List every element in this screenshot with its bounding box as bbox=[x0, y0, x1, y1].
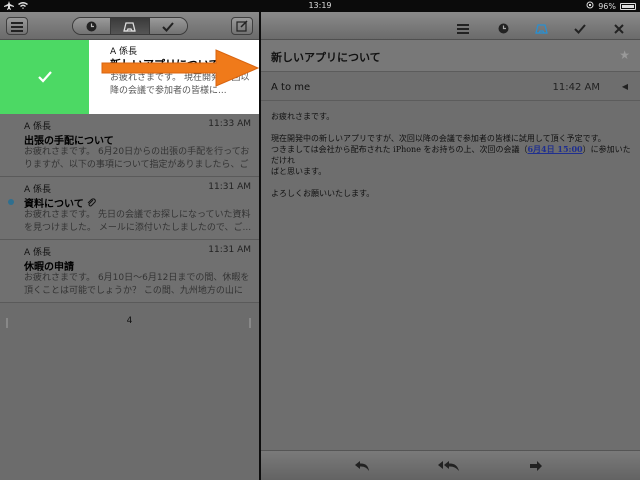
close-button[interactable] bbox=[614, 19, 624, 38]
view-segmented-control bbox=[72, 17, 188, 35]
item-preview: お疲れさまです。 先日の会議でお探しになっていた資料を見つけました。 メールに添… bbox=[24, 210, 252, 233]
battery-icon bbox=[620, 2, 636, 10]
inbox-button[interactable] bbox=[535, 19, 548, 38]
list-item[interactable]: A 係長 11:31 AM 休暇の申請 お疲れさまです。 6月10日〜6月12日… bbox=[0, 240, 259, 303]
status-bar: 13:19 96% bbox=[0, 0, 640, 12]
later-button[interactable] bbox=[498, 19, 509, 38]
mail-time: 11:42 AM bbox=[552, 82, 600, 93]
unread-dot bbox=[8, 199, 14, 205]
inbox-icon bbox=[535, 19, 548, 38]
mail-header: 新しいアプリについて ★ bbox=[261, 40, 640, 72]
check-icon bbox=[37, 68, 52, 87]
reply-all-icon bbox=[438, 457, 460, 476]
body-line: つきましては会社から配布された iPhone をお持ちの上、次回の会議（ bbox=[271, 145, 528, 154]
tab-inbox[interactable] bbox=[110, 18, 149, 34]
pager: 4 bbox=[0, 312, 259, 336]
item-sender: A 係長 bbox=[24, 122, 52, 132]
item-subject: 出張の手配について bbox=[24, 136, 114, 147]
item-sender: A 係長 bbox=[24, 185, 52, 195]
status-time: 13:19 bbox=[308, 1, 332, 10]
item-time: 11:33 AM bbox=[208, 119, 251, 129]
check-icon bbox=[574, 19, 586, 38]
menu-icon bbox=[457, 19, 469, 38]
reply-button[interactable] bbox=[351, 458, 373, 474]
recipient: A to me bbox=[271, 82, 311, 93]
status-right: 96% bbox=[586, 1, 636, 11]
body-greeting: お疲れさまです。 bbox=[271, 112, 335, 121]
swiped-list-item[interactable]: A 係長 新しいアプリについて お疲れさまです。 現在開発... 回以降の会議で… bbox=[0, 40, 259, 114]
mail-subject: 新しいアプリについて bbox=[271, 51, 381, 64]
body-paragraph: 現在開発中の新しいアプリですが、次回以降の会議で参加者の皆様に試用して頂く予定で… bbox=[271, 133, 633, 177]
recipient-row[interactable]: A to me 11:42 AM ◀ bbox=[261, 73, 640, 101]
done-button[interactable] bbox=[574, 19, 586, 38]
mail-body: お疲れさまです。 現在開発中の新しいアプリですが、次回以降の会議で参加者の皆様に… bbox=[271, 111, 633, 210]
reply-icon bbox=[354, 457, 370, 476]
page-number: 4 bbox=[126, 316, 133, 326]
lock-rotation-icon bbox=[586, 1, 594, 11]
list-item[interactable]: A 係長 11:31 AM 資料について お疲れさまです。 先日の会議でお探しに… bbox=[0, 177, 259, 240]
reply-all-button[interactable] bbox=[438, 458, 460, 474]
compose-button[interactable] bbox=[231, 17, 253, 35]
menu-button[interactable] bbox=[457, 19, 469, 38]
menu-button[interactable] bbox=[6, 17, 28, 35]
item-time: 11:31 AM bbox=[208, 182, 251, 192]
body-line: ばと思います。 bbox=[271, 167, 327, 176]
list-toolbar bbox=[0, 12, 259, 40]
item-time: 11:31 AM bbox=[208, 245, 251, 255]
item-subject: 資料について bbox=[24, 195, 97, 210]
check-icon bbox=[162, 18, 175, 34]
expand-arrow-icon[interactable]: ◀ bbox=[622, 82, 628, 91]
clock-icon bbox=[86, 18, 97, 34]
inbox-icon bbox=[123, 18, 137, 34]
close-icon bbox=[614, 19, 624, 38]
body-line: 現在開発中の新しいアプリですが、次回以降の会議で参加者の皆様に試用して頂く予定で… bbox=[271, 134, 606, 143]
item-subject: 休暇の申請 bbox=[24, 262, 74, 273]
item-sender: A 係長 bbox=[24, 248, 52, 258]
item-preview: お疲れさまです。 現在開発... 回以降の会議で参加者の皆様に... bbox=[110, 73, 250, 96]
star-icon[interactable]: ★ bbox=[619, 48, 630, 62]
reader-toolbar bbox=[261, 12, 640, 40]
item-preview: お疲れさまです。 6月20日からの出張の手配を行っておりますが、以下の事項につい… bbox=[24, 147, 250, 170]
mail-list-panel: A 係長 新しいアプリについて お疲れさまです。 現在開発... 回以降の会議で… bbox=[0, 12, 259, 480]
tab-done[interactable] bbox=[148, 18, 187, 34]
item-preview: お疲れさまです。 6月10日〜6月12日までの間、休暇を頂くことは可能でしょうか… bbox=[24, 273, 250, 296]
body-closing: よろしくお願いいたします。 bbox=[271, 189, 375, 198]
date-link[interactable]: 6月4日 15:00 bbox=[527, 144, 582, 154]
mail-list: A 係長 11:33 AM 出張の手配について お疲れさまです。 6月20日から… bbox=[0, 114, 259, 303]
battery-percent: 96% bbox=[598, 1, 616, 11]
archive-action[interactable] bbox=[0, 40, 89, 114]
forward-button[interactable] bbox=[525, 458, 547, 474]
item-subject: 新しいアプリについて bbox=[110, 58, 220, 71]
tab-later[interactable] bbox=[73, 18, 111, 34]
compose-icon bbox=[236, 17, 248, 36]
clock-icon bbox=[498, 19, 509, 38]
mail-reader-panel: 新しいアプリについて ★ A to me 11:42 AM ◀ お疲れさまです。… bbox=[261, 12, 640, 480]
forward-icon bbox=[529, 457, 543, 476]
list-item[interactable]: A 係長 11:33 AM 出張の手配について お疲れさまです。 6月20日から… bbox=[0, 114, 259, 177]
pager-right-handle bbox=[249, 318, 251, 328]
reader-bottom-bar bbox=[261, 450, 640, 480]
menu-icon bbox=[11, 17, 23, 36]
